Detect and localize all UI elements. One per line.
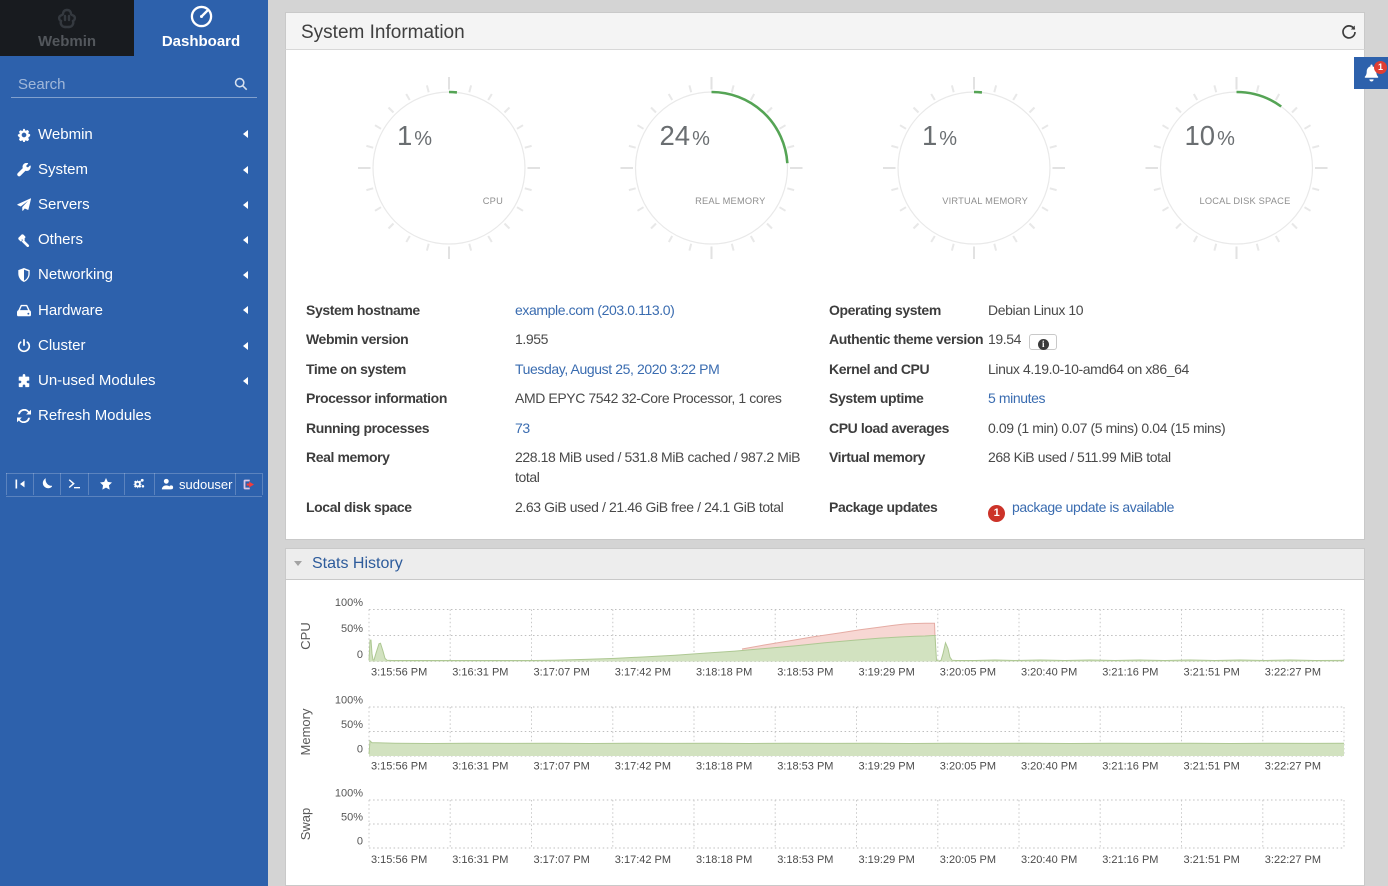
svg-text:3:15:56 PM: 3:15:56 PM [371,854,427,866]
svg-text:3:20:40 PM: 3:20:40 PM [1021,854,1077,866]
svg-text:Memory: Memory [298,708,313,755]
svg-text:100%: 100% [335,695,363,707]
svg-text:3:15:56 PM: 3:15:56 PM [371,667,427,679]
svg-text:3:20:40 PM: 3:20:40 PM [1021,761,1077,773]
svg-text:3:18:53 PM: 3:18:53 PM [777,761,833,773]
svg-text:24%: 24% [660,120,711,151]
svg-text:Swap: Swap [298,808,313,841]
svg-text:3:21:16 PM: 3:21:16 PM [1102,667,1158,679]
svg-text:3:15:56 PM: 3:15:56 PM [371,761,427,773]
svg-text:REAL MEMORY: REAL MEMORY [695,196,765,206]
svg-text:3:19:29 PM: 3:19:29 PM [859,761,915,773]
svg-text:3:19:29 PM: 3:19:29 PM [859,854,915,866]
svg-text:3:20:40 PM: 3:20:40 PM [1021,667,1077,679]
svg-text:3:17:07 PM: 3:17:07 PM [534,854,590,866]
svg-text:1%: 1% [922,120,957,151]
svg-text:50%: 50% [341,623,363,635]
svg-text:3:17:07 PM: 3:17:07 PM [534,667,590,679]
svg-text:CPU: CPU [483,196,503,206]
svg-text:3:21:51 PM: 3:21:51 PM [1184,667,1240,679]
svg-text:100%: 100% [335,597,363,609]
svg-text:3:22:27 PM: 3:22:27 PM [1265,667,1321,679]
svg-text:50%: 50% [341,812,363,824]
svg-text:3:21:51 PM: 3:21:51 PM [1184,854,1240,866]
svg-text:3:16:31 PM: 3:16:31 PM [452,667,508,679]
svg-text:LOCAL DISK SPACE: LOCAL DISK SPACE [1199,196,1290,206]
svg-text:50%: 50% [341,719,363,731]
svg-text:3:17:42 PM: 3:17:42 PM [615,667,671,679]
svg-text:3:20:05 PM: 3:20:05 PM [940,761,996,773]
svg-text:3:22:27 PM: 3:22:27 PM [1265,761,1321,773]
svg-text:3:17:42 PM: 3:17:42 PM [615,761,671,773]
svg-text:3:20:05 PM: 3:20:05 PM [940,667,996,679]
svg-text:VIRTUAL MEMORY: VIRTUAL MEMORY [942,196,1028,206]
svg-text:3:17:07 PM: 3:17:07 PM [534,761,590,773]
svg-text:3:18:18 PM: 3:18:18 PM [696,761,752,773]
svg-text:0: 0 [357,744,363,756]
svg-text:3:18:18 PM: 3:18:18 PM [696,667,752,679]
svg-text:3:20:05 PM: 3:20:05 PM [940,854,996,866]
svg-text:3:21:51 PM: 3:21:51 PM [1184,761,1240,773]
svg-text:3:16:31 PM: 3:16:31 PM [452,761,508,773]
svg-text:3:18:53 PM: 3:18:53 PM [777,667,833,679]
svg-text:3:21:16 PM: 3:21:16 PM [1102,761,1158,773]
svg-text:1%: 1% [397,120,432,151]
svg-text:CPU: CPU [298,622,313,649]
svg-text:3:22:27 PM: 3:22:27 PM [1265,854,1321,866]
svg-text:3:19:29 PM: 3:19:29 PM [859,667,915,679]
svg-text:10%: 10% [1185,120,1236,151]
svg-text:3:18:53 PM: 3:18:53 PM [777,854,833,866]
svg-text:3:21:16 PM: 3:21:16 PM [1102,854,1158,866]
svg-text:3:18:18 PM: 3:18:18 PM [696,854,752,866]
svg-text:100%: 100% [335,788,363,800]
svg-text:3:16:31 PM: 3:16:31 PM [452,854,508,866]
svg-text:3:17:42 PM: 3:17:42 PM [615,854,671,866]
svg-text:0: 0 [357,649,363,661]
svg-text:0: 0 [357,836,363,848]
